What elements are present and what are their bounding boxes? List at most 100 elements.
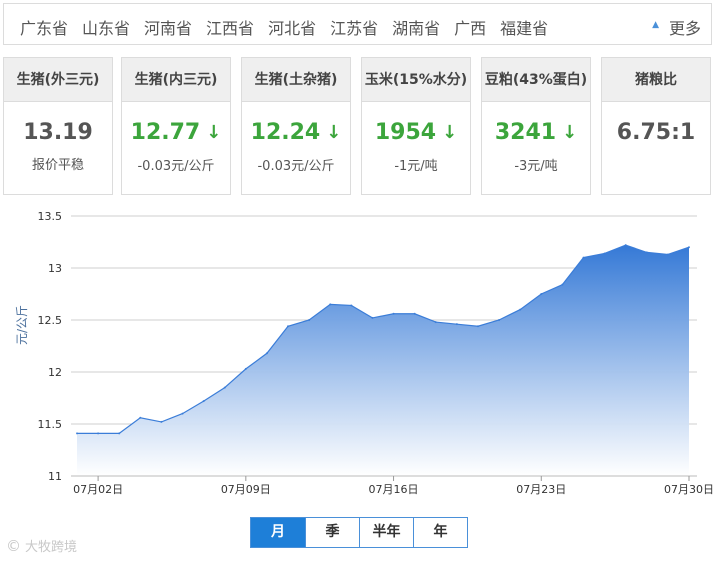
price-card-title: 豆粕(43%蛋白): [482, 58, 590, 102]
range-button[interactable]: 月: [251, 518, 305, 547]
data-point: [118, 432, 121, 435]
data-point: [434, 321, 437, 324]
price-card-value-row: 3241 ↓: [482, 120, 590, 147]
price-card-value-row: 12.77 ↓: [122, 120, 230, 147]
data-point: [561, 283, 564, 286]
price-card[interactable]: 生猪(外三元) 13.19 报价平稳: [3, 57, 113, 195]
data-point: [308, 319, 311, 321]
y-axis-label: 元/公斤: [15, 304, 29, 345]
price-card[interactable]: 豆粕(43%蛋白) 3241 ↓ -3元/吨: [481, 57, 591, 195]
price-card-title: 猪粮比: [602, 58, 710, 102]
price-card[interactable]: 生猪(内三元) 12.77 ↓ -0.03元/公斤: [121, 57, 231, 195]
data-point: [244, 367, 247, 370]
data-point: [688, 246, 690, 249]
series-area: [77, 245, 689, 476]
price-card-value: 13.19: [23, 120, 93, 145]
y-tick-label: 12.5: [38, 314, 63, 327]
data-point: [413, 312, 416, 315]
price-card[interactable]: 玉米(15%水分) 1954 ↓ -1元/吨: [361, 57, 471, 195]
price-card-title: 生猪(土杂猪): [242, 58, 350, 102]
price-card-value: 3241: [494, 120, 557, 145]
province-tab[interactable]: 河北省: [268, 15, 316, 39]
province-tab[interactable]: 湖南省: [392, 15, 440, 39]
data-point: [476, 325, 479, 328]
arrow-down-icon: ↓: [442, 122, 458, 143]
data-point: [666, 253, 669, 256]
price-card-value: 12.77: [130, 120, 201, 145]
watermark-text: 大牧跨境: [25, 540, 78, 555]
x-tick-label: 07月09日: [221, 483, 271, 496]
arrow-down-icon: ↓: [206, 122, 222, 143]
data-point: [139, 416, 142, 419]
province-tab[interactable]: 江苏省: [330, 15, 378, 39]
arrow-down-icon: ↓: [562, 122, 578, 143]
price-card-value-row: 13.19: [4, 120, 112, 146]
data-point: [181, 412, 184, 415]
data-point: [603, 252, 606, 255]
data-point: [645, 251, 648, 254]
data-point: [76, 432, 78, 435]
y-tick-label: 11.5: [38, 418, 63, 431]
data-point: [287, 325, 290, 328]
province-tab[interactable]: 广东省: [20, 15, 68, 39]
province-list: 广东省 山东省 河南省 江西省 河北省 江苏省 湖南省 广西 福建省: [20, 15, 562, 39]
triangle-up-icon: ▲: [652, 20, 659, 30]
price-card-change: -0.03元/公斤: [257, 159, 335, 174]
price-card-change: -3元/吨: [514, 159, 558, 174]
province-tab[interactable]: 山东省: [82, 15, 130, 39]
y-tick-label: 13.5: [38, 210, 63, 223]
data-point: [371, 316, 374, 319]
price-chart-svg: 11 11.5 12 12.5 13 13.5 07月02日 07月09日 07月16日 07月2…: [38, 210, 715, 496]
price-card-change: -1元/吨: [394, 159, 438, 174]
data-point: [223, 386, 226, 389]
x-tick-label: 07月23日: [516, 483, 566, 496]
x-tick-label: 07月16日: [369, 483, 419, 496]
data-point: [392, 312, 395, 315]
province-tab[interactable]: 广西: [454, 15, 486, 39]
price-card-title: 生猪(内三元): [122, 58, 230, 102]
data-point: [455, 323, 458, 326]
data-point: [582, 256, 585, 259]
data-point: [97, 432, 100, 435]
price-card-value-row: 6.75:1: [602, 120, 710, 146]
price-card[interactable]: 生猪(土杂猪) 12.24 ↓ -0.03元/公斤: [241, 57, 351, 195]
price-chart: 11 11.5 12 12.5 13 13.5 07月02日 07月09日 07月16日 07月2…: [0, 205, 715, 510]
y-tick-label: 11: [48, 470, 62, 483]
range-button[interactable]: 年: [413, 518, 467, 547]
province-tab[interactable]: 河南省: [144, 15, 192, 39]
data-point: [329, 303, 332, 306]
data-point: [498, 319, 501, 321]
data-point: [624, 244, 627, 247]
price-card-change: -0.03元/公斤: [137, 159, 215, 174]
y-tick-label: 12: [48, 366, 62, 379]
price-card-value: 6.75:1: [616, 120, 696, 145]
x-tick-label: 07月30日: [664, 483, 714, 496]
range-selector: 月季半年年: [250, 517, 468, 548]
price-card-title: 玉米(15%水分): [362, 58, 470, 102]
data-point: [540, 293, 543, 295]
watermark: © 大牧跨境: [6, 536, 78, 556]
price-card-title: 生猪(外三元): [4, 58, 112, 102]
arrow-down-icon: ↓: [326, 122, 342, 143]
province-tab[interactable]: 福建省: [500, 15, 548, 39]
more-label: 更多: [668, 19, 701, 38]
data-point: [265, 352, 268, 355]
data-point: [350, 304, 353, 307]
y-tick-label: 13: [48, 262, 62, 275]
range-button[interactable]: 半年: [359, 518, 413, 547]
province-bar: 广东省 山东省 河南省 江西省 河北省 江苏省 湖南省 广西 福建省 ▲ 更多: [3, 3, 712, 45]
province-tab[interactable]: 江西省: [206, 15, 254, 39]
price-card[interactable]: 猪粮比 6.75:1: [601, 57, 711, 195]
x-tick-label: 07月02日: [73, 483, 123, 496]
price-card-value-row: 12.24 ↓: [242, 120, 350, 147]
data-point: [202, 400, 205, 403]
price-card-change: 报价平稳: [31, 158, 84, 173]
range-button[interactable]: 季: [305, 518, 359, 547]
data-point: [160, 420, 163, 423]
watermark-logo-icon: ©: [6, 536, 21, 555]
data-point: [519, 308, 522, 311]
price-card-value: 1954: [374, 120, 437, 145]
price-card-value-row: 1954 ↓: [362, 120, 470, 147]
more-link[interactable]: ▲ 更多: [652, 15, 701, 39]
price-card-value: 12.24: [250, 120, 321, 145]
